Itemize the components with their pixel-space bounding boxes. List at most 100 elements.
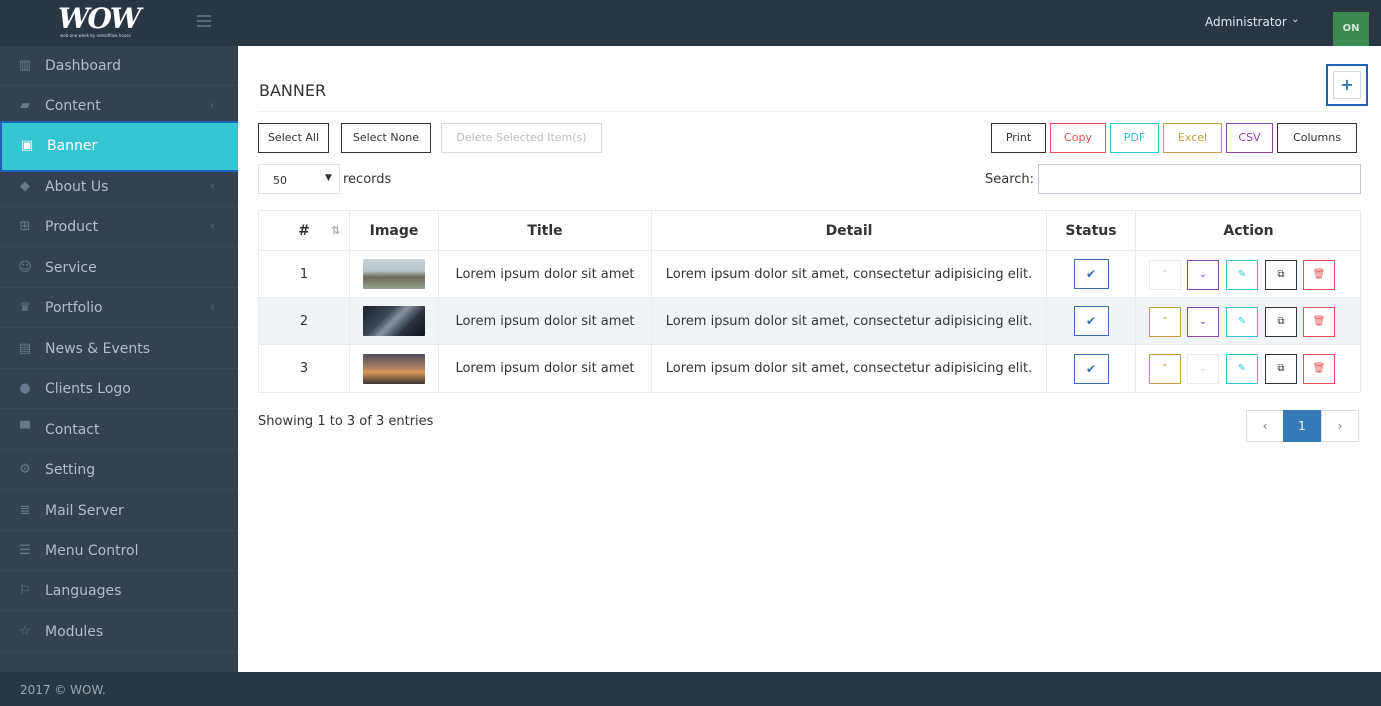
column-header-title[interactable]: Title [439,211,652,250]
delete-button[interactable]: 🗑 [1303,307,1335,337]
move-up-button[interactable]: ⌃ [1149,307,1181,337]
banner-thumbnail[interactable] [363,259,425,289]
sidebar-item-clients-logo[interactable]: ● Clients Logo [0,369,238,409]
archive-icon: ▀ [20,422,30,437]
select-none-button[interactable]: Select None [341,123,431,153]
table-row[interactable]: 3 Lorem ipsum dolor sit amet Lorem ipsum… [259,345,1360,392]
duplicate-button[interactable]: ⧉ [1265,354,1297,384]
trophy-icon: ♛ [19,300,31,315]
edit-button[interactable]: ✎ [1226,354,1258,384]
sidebar-item-dashboard[interactable]: ▥ Dashboard [0,46,238,86]
columns-button[interactable]: Columns [1277,123,1357,153]
sidebar-item-label: Menu Control [45,543,139,559]
next-page-button[interactable]: › [1321,410,1359,442]
chevron-left-icon: ‹ [210,300,215,314]
delete-button[interactable]: 🗑 [1303,354,1335,384]
banner-thumbnail[interactable] [363,306,425,336]
logout-icon[interactable]: ON [1333,12,1369,46]
move-up-button[interactable]: ⌃ [1149,260,1181,290]
chevron-left-icon: ‹ [210,179,215,193]
sidebar-item-label: Portfolio [45,300,103,316]
sidebar-item-menu-control[interactable]: ☰ Menu Control [0,531,238,571]
sidebar-item-label: Dashboard [45,58,121,74]
row-status: ✔ [1047,251,1136,297]
sidebar-item-about-us[interactable]: ◆ About Us ‹ [0,167,238,207]
previous-page-button[interactable]: ‹ [1246,410,1284,442]
sort-icon[interactable]: ⇅ [331,224,340,237]
flag-icon: ⚐ [19,583,31,598]
sidebar-item-portfolio[interactable]: ♛ Portfolio ‹ [0,288,238,328]
sidebar-item-label: Banner [47,138,98,154]
table-row[interactable]: 2 Lorem ipsum dolor sit amet Lorem ipsum… [259,298,1360,345]
select-all-button[interactable]: Select All [258,123,329,153]
brand-logo[interactable]: WOW web-one week by netsoftlive house [58,4,158,40]
sidebar-item-label: Product [45,219,99,235]
sidebar-item-setting[interactable]: ⚙ Setting [0,450,238,490]
sidebar-item-modules[interactable]: ☆ Modules [0,612,238,652]
row-image [350,251,439,297]
page-1-button[interactable]: 1 [1283,410,1321,442]
column-header-image[interactable]: Image [350,211,439,250]
header-label: # [298,222,310,239]
user-menu[interactable]: Administrator [1205,15,1287,29]
column-header-number[interactable]: # ⇅ [259,211,350,250]
sidebar-item-news-events[interactable]: ▤ News & Events [0,329,238,369]
table-row[interactable]: 1 Lorem ipsum dolor sit amet Lorem ipsum… [259,251,1360,298]
move-down-button[interactable]: ⌄ [1187,307,1219,337]
page-length-value: 50 [273,174,287,187]
delete-button[interactable]: 🗑 [1303,260,1335,290]
chevron-left-icon: ‹ [210,98,215,112]
copy-button[interactable]: Copy [1050,123,1106,153]
sidebar-item-label: Modules [45,624,104,640]
status-toggle-button[interactable]: ✔ [1073,306,1109,336]
sidebar-item-contact[interactable]: ▀ Contact [0,410,238,450]
pdf-button[interactable]: PDF [1110,123,1159,153]
move-up-button[interactable]: ⌃ [1149,354,1181,384]
print-button[interactable]: Print [991,123,1046,153]
bar-chart-icon: ▥ [18,58,32,73]
move-down-button[interactable]: ⌄ [1187,260,1219,290]
sidebar: ▥ Dashboard ▰ Content ‹ ▣ Banner ◆ About… [0,46,242,672]
move-down-button[interactable]: ⌄ [1187,354,1219,384]
delete-selected-button[interactable]: Delete Selected Item(s) [441,123,602,153]
row-image [350,345,439,392]
row-image [350,298,439,344]
chevron-down-icon[interactable]: ⌄ [1291,14,1299,25]
sidebar-item-label: Languages [45,583,122,599]
sidebar-item-label: About Us [45,179,109,195]
copyright-text: 2017 © WOW. [20,683,106,697]
sidebar-item-mail-server[interactable]: ≣ Mail Server [0,491,238,531]
tags-icon: ◆ [20,179,30,194]
page-length-select[interactable]: 50 ▼ [258,164,340,194]
menu-toggle-icon[interactable] [197,15,211,27]
title-divider [258,111,1361,112]
duplicate-button[interactable]: ⧉ [1265,260,1297,290]
sidebar-item-languages[interactable]: ⚐ Languages [0,571,238,611]
sidebar-item-service[interactable]: ☺ Service [0,248,238,288]
sidebar-item-label: News & Events [45,341,151,357]
csv-button[interactable]: CSV [1226,123,1273,153]
column-header-detail[interactable]: Detail [652,211,1047,250]
caret-down-icon: ▼ [325,173,332,183]
status-toggle-button[interactable]: ✔ [1073,353,1109,384]
status-toggle-button[interactable]: ✔ [1073,259,1109,289]
banner-table: # ⇅ Image Title Detail Status Action 1 L… [258,210,1361,393]
sidebar-item-content[interactable]: ▰ Content ‹ [0,86,238,126]
add-banner-button[interactable]: + [1326,64,1368,106]
row-status: ✔ [1047,298,1136,344]
cart-icon: ⊞ [19,219,31,234]
column-header-status[interactable]: Status [1047,211,1136,250]
smile-icon: ☺ [18,260,32,275]
edit-button[interactable]: ✎ [1226,307,1258,337]
excel-button[interactable]: Excel [1163,123,1222,153]
sidebar-item-product[interactable]: ⊞ Product ‹ [0,207,238,247]
banner-thumbnail[interactable] [363,353,425,384]
row-actions: ⌃ ⌄ ✎ ⧉ 🗑 [1136,298,1361,344]
page-title: BANNER [259,81,327,100]
edit-button[interactable]: ✎ [1226,260,1258,290]
pagination: ‹ 1 › [1246,410,1360,442]
duplicate-button[interactable]: ⧉ [1265,307,1297,337]
sidebar-item-banner[interactable]: ▣ Banner [0,121,242,172]
search-input[interactable] [1038,164,1361,194]
book-icon: ▰ [20,98,30,113]
